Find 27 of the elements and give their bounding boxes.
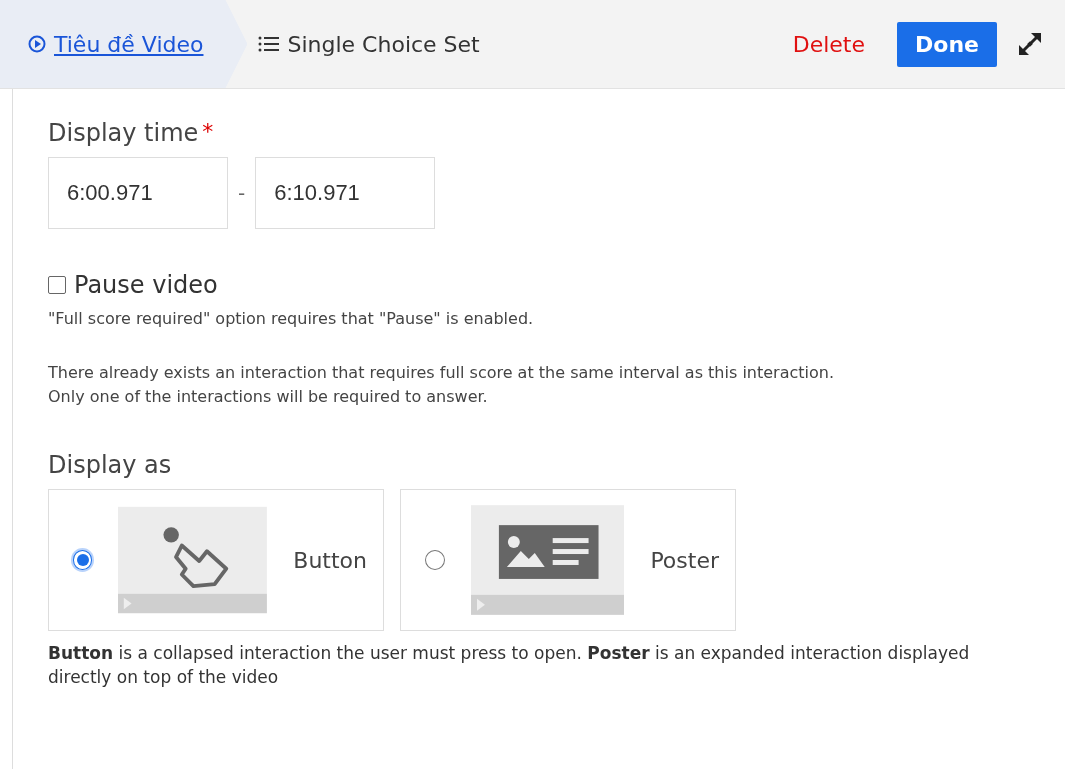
done-button[interactable]: Done xyxy=(897,21,997,67)
description-text: Button is a collapsed interaction the user must press to open. Poster is an expanded interaction displayed directly on top of the video xyxy=(48,642,971,689)
option-label: Button xyxy=(293,547,367,573)
range-separator: - xyxy=(238,181,246,205)
end-time-field[interactable]: 6:10.971 xyxy=(255,157,436,229)
warning-text: Only one of the interactions will be required to answer. xyxy=(48,386,489,408)
field-label: Display time xyxy=(48,119,199,147)
current-item-title: Single Choice Set xyxy=(287,31,480,57)
radio-button[interactable] xyxy=(425,550,445,570)
pause-checkbox[interactable] xyxy=(48,276,66,294)
display-option-card[interactable]: Button xyxy=(48,489,384,631)
expand-icon[interactable] xyxy=(1017,31,1043,57)
option-label: Poster xyxy=(650,547,719,573)
help-text: "Full score required" option requires that "Pause" is enabled. xyxy=(48,308,535,330)
button-thumbnail-icon xyxy=(118,505,268,615)
radio-button[interactable] xyxy=(73,550,93,570)
play-icon xyxy=(28,35,46,53)
required-mark: * xyxy=(202,119,214,144)
field-label: Display as xyxy=(48,451,172,479)
checkbox-label: Pause video xyxy=(74,271,218,299)
list-icon xyxy=(257,35,280,53)
delete-button[interactable]: Delete xyxy=(786,30,872,58)
warning-text: There already exists an interaction that requires full score at the same interval as this interaction. xyxy=(48,362,835,384)
display-option-card[interactable]: Poster xyxy=(400,489,736,631)
poster-thumbnail-icon xyxy=(470,505,625,615)
start-time-field[interactable]: 6:00.971 xyxy=(48,157,228,229)
breadcrumb-link[interactable]: Tiêu đề Video xyxy=(0,0,248,88)
